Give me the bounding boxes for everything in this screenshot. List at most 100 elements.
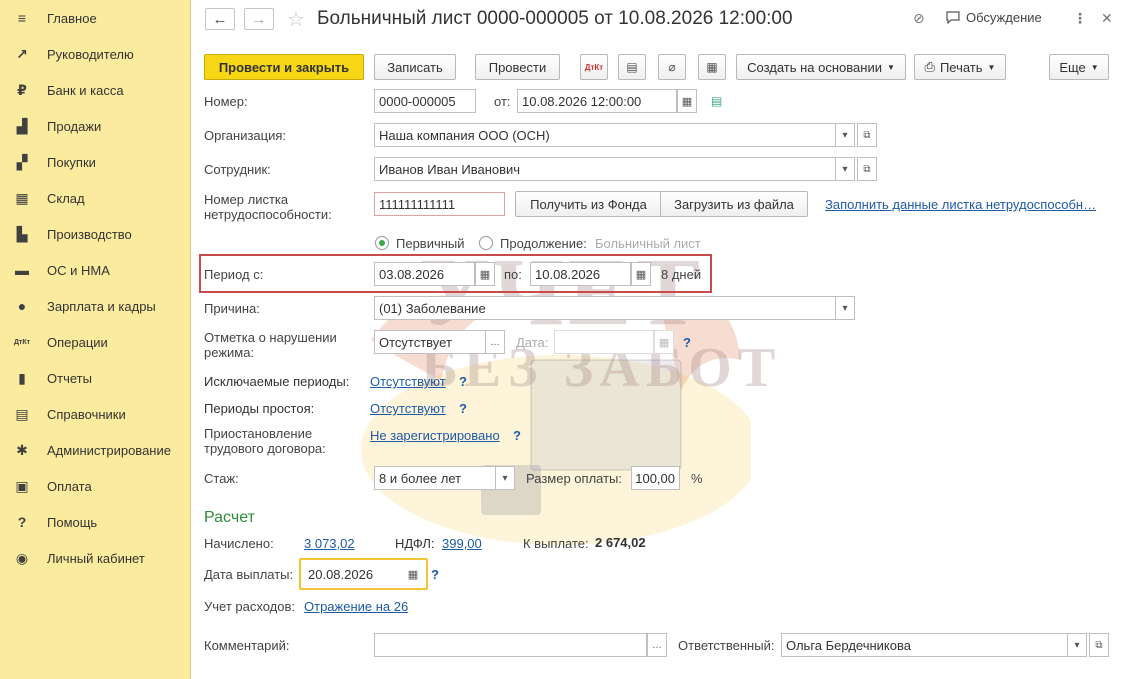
open-icon[interactable]: ⧉ (1089, 633, 1109, 657)
employee-field[interactable]: Иванов Иван Иванович (374, 157, 837, 181)
dropdown-arrow-icon[interactable]: ▾ (835, 157, 855, 181)
shopping-bag-icon: ▟ (16, 117, 28, 134)
dropdown-arrow-icon[interactable]: ▾ (1067, 633, 1087, 657)
violation-field[interactable]: Отсутствует (374, 330, 486, 354)
structure-button[interactable]: ▦ (698, 54, 726, 80)
sidebar-item[interactable]: ▦ Склад (0, 180, 190, 216)
dt-kt-icon: ДтКт (584, 62, 604, 72)
open-icon[interactable]: ⧉ (857, 157, 877, 181)
calendar-icon[interactable]: ▦ (403, 562, 423, 586)
organization-field[interactable]: Наша компания ООО (ОСН) (374, 123, 837, 147)
comment-field[interactable] (374, 633, 647, 657)
sheet-number-field[interactable]: 111111111111 (374, 192, 505, 216)
fill-sheet-data-link[interactable]: Заполнить данные листка нетрудоспособн… (825, 197, 1096, 212)
dropdown-arrow-icon[interactable]: ▾ (835, 123, 855, 147)
arrow-right-icon: → (251, 10, 267, 28)
sidebar-item[interactable]: ▤ Справочники (0, 396, 190, 432)
primary-radio[interactable] (375, 236, 389, 250)
payout-value: 2 674,02 (595, 535, 646, 550)
sidebar-item[interactable]: ▙ Производство (0, 216, 190, 252)
forward-button[interactable]: → (244, 8, 274, 30)
sidebar-item[interactable]: ↗ Руководителю (0, 36, 190, 72)
list-icon: ▤ (626, 60, 638, 74)
pay-date-field[interactable]: 20.08.2026 (303, 562, 403, 586)
back-button[interactable]: ← (205, 8, 235, 30)
accrued-link[interactable]: 3 073,02 (304, 536, 355, 551)
warehouse-icon: ▦ (15, 189, 29, 206)
period-to-label: по: (504, 267, 522, 282)
post-and-close-button[interactable]: Провести и закрыть (204, 54, 364, 80)
save-button[interactable]: Записать (374, 54, 456, 80)
select-ellipsis-icon[interactable]: … (647, 633, 667, 657)
dropdown-arrow-icon[interactable]: ▾ (495, 466, 515, 490)
reason-label: Причина: (204, 301, 260, 316)
responsible-field[interactable]: Ольга Бердечникова (781, 633, 1069, 657)
expense-label: Учет расходов: (204, 599, 295, 614)
sidebar-item[interactable]: ? Помощь (0, 504, 190, 540)
responsible-label: Ответственный: (678, 638, 775, 653)
help-icon[interactable]: ? (683, 335, 691, 350)
sidebar-item-label: Продажи (47, 118, 102, 134)
help-icon[interactable]: ? (459, 374, 467, 389)
document-date-field[interactable]: 10.08.2026 12:00:00 (517, 89, 677, 113)
help-icon[interactable]: ? (431, 567, 439, 582)
get-from-fund-button[interactable]: Получить из Фонда (515, 191, 662, 217)
post-button[interactable]: Провести (475, 54, 560, 80)
number-field[interactable]: 0000-000005 (374, 89, 476, 113)
dt-kt-button[interactable]: ДтКт (580, 54, 608, 80)
dropdown-arrow-icon: ▼ (886, 62, 895, 72)
discussion-button[interactable]: Обсуждение (946, 10, 1042, 25)
help-icon[interactable]: ? (513, 428, 521, 443)
sidebar-item-label: Оплата (47, 478, 92, 494)
sidebar-item[interactable]: ▮ Отчеты (0, 360, 190, 396)
sidebar-item-label: Покупки (47, 154, 96, 170)
calendar-icon[interactable]: ▦ (677, 89, 697, 113)
sidebar-item[interactable]: ≡ Главное (0, 0, 190, 36)
calendar-icon[interactable]: ▦ (631, 262, 651, 286)
experience-field[interactable]: 8 и более лет (374, 466, 496, 490)
sidebar-item[interactable]: ▟ Продажи (0, 108, 190, 144)
reason-field[interactable]: (01) Заболевание (374, 296, 837, 320)
sidebar-item[interactable]: ▬ ОС и НМА (0, 252, 190, 288)
sidebar-item[interactable]: ДтКт Операции (0, 324, 190, 360)
sidebar-item[interactable]: ● Зарплата и кадры (0, 288, 190, 324)
create-based-on-button[interactable]: Создать на основании ▼ (736, 54, 906, 80)
open-icon[interactable]: ⧉ (857, 123, 877, 147)
link-icon[interactable]: ⊘ (913, 10, 925, 27)
sidebar-item-label: ОС и НМА (47, 262, 110, 278)
favorite-star-icon[interactable]: ☆ (287, 7, 305, 32)
chat-icon (946, 11, 960, 24)
continuation-radio[interactable] (479, 236, 493, 250)
sidebar-item-label: Личный кабинет (47, 550, 145, 566)
sidebar-item[interactable]: ₽ Банк и касса (0, 72, 190, 108)
dropdown-arrow-icon[interactable]: ▾ (835, 296, 855, 320)
help-icon[interactable]: ? (459, 401, 467, 416)
load-from-file-button[interactable]: Загрузить из файла (660, 191, 808, 217)
sidebar-item[interactable]: ◉ Личный кабинет (0, 540, 190, 576)
question-icon: ? (17, 514, 27, 530)
payment-size-field[interactable]: 100,00 (631, 466, 680, 490)
select-ellipsis-icon[interactable]: … (485, 330, 505, 354)
books-icon: ▤ (15, 405, 29, 422)
more-button[interactable]: Еще ▼ (1049, 54, 1109, 80)
document-list-button[interactable]: ▤ (618, 54, 646, 80)
expense-link[interactable]: Отражение на 26 (304, 599, 408, 614)
suspension-link[interactable]: Не зарегистрировано (370, 428, 500, 443)
sidebar-item[interactable]: ✱ Администрирование (0, 432, 190, 468)
period-to-field[interactable]: 10.08.2026 (530, 262, 631, 286)
suspension-label-2: трудового договора: (204, 441, 326, 456)
sidebar-item[interactable]: ▣ Оплата (0, 468, 190, 504)
more-vert-icon[interactable]: ⋮ (1073, 10, 1087, 27)
number-label: Номер: (204, 94, 248, 109)
sidebar-item[interactable]: ▞ Покупки (0, 144, 190, 180)
sidebar-item-label: Склад (47, 190, 85, 206)
suspension-label-1: Приостановление (204, 426, 313, 441)
ndfl-link[interactable]: 399,00 (442, 536, 482, 551)
idle-periods-link[interactable]: Отсутствуют (370, 401, 446, 416)
attachment-button[interactable]: ⌀ (658, 54, 686, 80)
period-from-field[interactable]: 03.08.2026 (374, 262, 475, 286)
excluded-periods-link[interactable]: Отсутствуют (370, 374, 446, 389)
close-icon[interactable]: ✕ (1101, 10, 1113, 27)
print-button[interactable]: ⎙ Печать ▼ (914, 54, 1006, 80)
calendar-icon[interactable]: ▦ (475, 262, 495, 286)
